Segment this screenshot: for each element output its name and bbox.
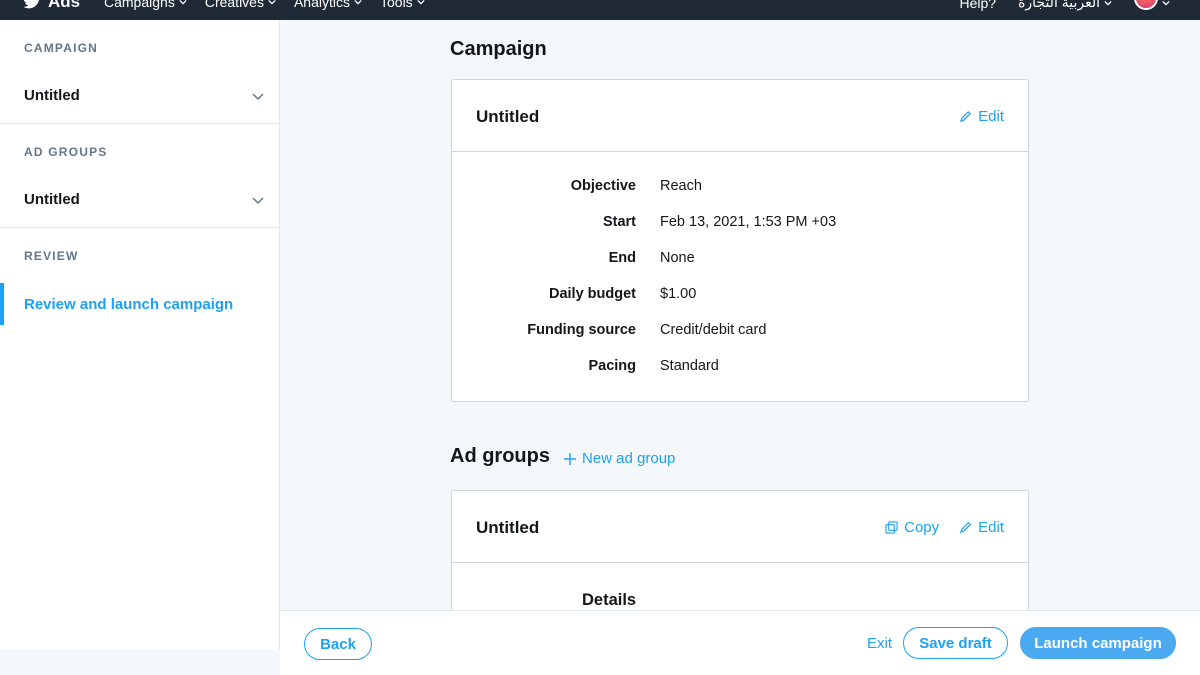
sidebar-heading-campaign: CAMPAIGN	[24, 41, 99, 55]
adgroup-summary-card: Untitled Copy Edit Details	[451, 490, 1029, 610]
detail-value: Reach	[660, 178, 702, 194]
sidebar-item-review-launch[interactable]: Review and launch campaign	[0, 283, 280, 325]
detail-value: None	[660, 250, 695, 266]
sidebar-campaign-section: CAMPAIGN Untitled	[0, 20, 279, 124]
edit-adgroup-button[interactable]: Edit	[959, 519, 1004, 536]
card-header: Untitled Copy Edit	[452, 491, 1028, 563]
detail-key: End	[608, 250, 636, 266]
chevron-down-icon	[417, 0, 425, 5]
copy-adgroup-button[interactable]: Copy	[885, 519, 939, 536]
nav-creatives-label: Creatives	[204, 0, 264, 10]
topbar-right: Help? العربية التجارة	[959, 0, 1170, 11]
detail-value: Credit/debit card	[660, 322, 767, 338]
chevron-down-icon	[354, 0, 362, 5]
detail-key: Start	[602, 214, 636, 230]
twitter-bird-icon	[23, 0, 39, 9]
account-name: العربية التجارة	[1018, 0, 1100, 10]
adgroup-card-title: Untitled	[476, 518, 540, 537]
nav-tools-label: Tools	[380, 0, 413, 10]
pencil-icon	[960, 522, 972, 534]
chevron-down-icon	[252, 196, 264, 204]
sidebar-item-label: Untitled	[24, 87, 80, 104]
help-link[interactable]: Help?	[959, 0, 996, 11]
nav-tools[interactable]: Tools	[380, 0, 425, 10]
sidebar-item-label: Review and launch campaign	[24, 296, 234, 313]
sidebar-review-section: REVIEW Review and launch campaign	[0, 228, 279, 328]
chevron-down-icon	[268, 0, 276, 5]
pencil-icon	[960, 111, 972, 123]
sidebar: CAMPAIGN Untitled AD GROUPS Untitled REV…	[0, 20, 280, 650]
detail-row: Daily budget $1.00	[452, 286, 1028, 322]
sidebar-bottom-gap	[0, 650, 280, 675]
launch-campaign-button[interactable]: Launch campaign	[1020, 627, 1176, 659]
detail-row: Objective Reach	[452, 178, 1028, 214]
copy-label: Copy	[904, 519, 940, 536]
main-content: Campaign Untitled Edit Objective Reach St…	[280, 20, 1200, 610]
chevron-down-icon	[179, 0, 187, 5]
detail-row: Funding source Credit/debit card	[452, 322, 1028, 358]
plus-icon	[564, 452, 576, 465]
nav-analytics-label: Analytics	[293, 0, 350, 10]
back-button[interactable]: Back	[304, 628, 372, 660]
campaign-details: Objective Reach Start Feb 13, 2021, 1:53 P…	[452, 152, 1028, 394]
card-header: Untitled Edit	[452, 80, 1028, 152]
detail-row: Start Feb 13, 2021, 1:53 PM +03	[452, 214, 1028, 250]
campaign-summary-card: Untitled Edit Objective Reach Start Feb 13…	[451, 79, 1029, 402]
app-name: Ads	[48, 0, 81, 11]
chevron-down-icon	[252, 92, 264, 100]
new-ad-group-label: New ad group	[582, 450, 676, 467]
active-indicator	[0, 283, 4, 325]
account-switcher[interactable]: العربية التجارة	[1018, 0, 1112, 11]
detail-row: Pacing Standard	[452, 358, 1028, 394]
detail-key: Pacing	[588, 358, 636, 374]
avatar	[1134, 0, 1158, 10]
campaign-section-title: Campaign	[450, 38, 547, 60]
detail-value: Feb 13, 2021, 1:53 PM +03	[660, 214, 837, 230]
chevron-down-icon	[1104, 0, 1112, 5]
detail-key: Funding source	[527, 322, 636, 338]
adgroups-section-title: Ad groups	[450, 445, 550, 467]
edit-label: Edit	[978, 108, 1004, 125]
footer-action-bar: Back Exit Save draft Launch campaign	[280, 610, 1200, 675]
exit-button[interactable]: Exit	[867, 635, 892, 652]
ads-logo[interactable]: Ads	[22, 0, 80, 12]
sidebar-heading-adgroups: AD GROUPS	[24, 145, 108, 159]
sidebar-adgroups-section: AD GROUPS Untitled	[0, 124, 279, 228]
new-ad-group-button[interactable]: New ad group	[564, 450, 675, 467]
detail-value: Standard	[660, 358, 719, 374]
nav-analytics[interactable]: Analytics	[294, 0, 362, 10]
detail-key: Objective	[570, 178, 636, 194]
detail-value: $1.00	[660, 286, 697, 302]
card-actions: Copy Edit	[885, 519, 1004, 536]
detail-row: End None	[452, 250, 1028, 286]
nav-campaigns-label: Campaigns	[104, 0, 175, 10]
chevron-down-icon	[1162, 0, 1170, 5]
edit-label: Edit	[978, 519, 1004, 536]
details-heading: Details	[582, 591, 637, 609]
top-navigation-bar: Ads Campaigns Creatives Analytics Tools …	[0, 0, 1200, 20]
save-draft-button[interactable]: Save draft	[903, 627, 1008, 659]
main-nav: Campaigns Creatives Analytics Tools	[104, 0, 425, 10]
nav-creatives[interactable]: Creatives	[205, 0, 276, 10]
copy-icon	[885, 521, 898, 534]
profile-menu[interactable]	[1134, 0, 1170, 10]
nav-campaigns[interactable]: Campaigns	[104, 0, 187, 10]
sidebar-heading-review: REVIEW	[24, 249, 79, 263]
sidebar-item-adgroup[interactable]: Untitled	[24, 191, 265, 208]
campaign-card-title: Untitled	[476, 107, 540, 126]
sidebar-item-campaign[interactable]: Untitled	[24, 87, 265, 104]
sidebar-item-label: Untitled	[24, 191, 80, 208]
card-actions: Edit	[959, 108, 1004, 125]
detail-key: Daily budget	[548, 286, 636, 302]
edit-campaign-button[interactable]: Edit	[959, 108, 1004, 125]
